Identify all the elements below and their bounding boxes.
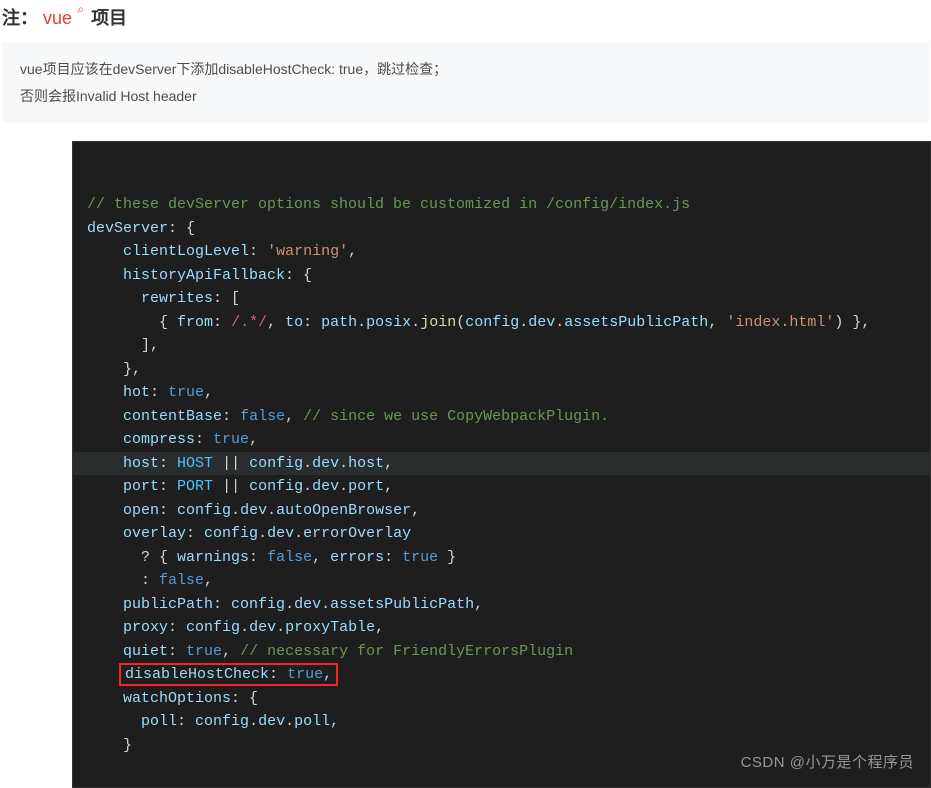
header-suffix: 项目 [91,8,127,28]
code-line: rewrites: [ [87,287,922,311]
watermark: CSDN @小万是个程序员 [741,751,914,775]
code-line: }, [87,358,922,382]
code-line: // these devServer options should be cus… [87,193,922,217]
header-vue-keyword: vue⌕ [43,8,72,28]
search-icon: ⌕ [77,2,84,17]
code-line: historyApiFallback: { [87,264,922,288]
note-block: vue项目应该在devServer下添加disableHostCheck: tr… [2,42,929,123]
code-block: // these devServer options should be cus… [72,141,931,788]
code-line: quiet: true, // necessary for FriendlyEr… [87,640,922,664]
code-line: watchOptions: { [87,687,922,711]
note-line-2: 否则会报Invalid Host header [20,83,911,110]
code-line: open: config.dev.autoOpenBrowser, [87,499,922,523]
highlight-redbox: disableHostCheck: true, [119,663,338,686]
code-line: devServer: { [87,217,922,241]
header-label: 注： [2,8,38,28]
code-line: hot: true, [87,381,922,405]
code-line: poll: config.dev.poll, [87,710,922,734]
code-line: disableHostCheck: true, [87,663,922,687]
code-line: publicPath: config.dev.assetsPublicPath, [87,593,922,617]
code-line: ], [87,334,922,358]
code-line: host: HOST || config.dev.host, [73,452,930,476]
code-line: compress: true, [87,428,922,452]
header-line: 注： vue⌕ 项目 [0,0,931,42]
note-line-1: vue项目应该在devServer下添加disableHostCheck: tr… [20,56,911,83]
code-line: { from: /.*/, to: path.posix.join(config… [87,311,922,335]
code-line: clientLogLevel: 'warning', [87,240,922,264]
code-line: port: PORT || config.dev.port, [87,475,922,499]
code-line: proxy: config.dev.proxyTable, [87,616,922,640]
code-line: contentBase: false, // since we use Copy… [87,405,922,429]
code-line: : false, [87,569,922,593]
code-line: overlay: config.dev.errorOverlay [87,522,922,546]
code-line: ? { warnings: false, errors: true } [87,546,922,570]
